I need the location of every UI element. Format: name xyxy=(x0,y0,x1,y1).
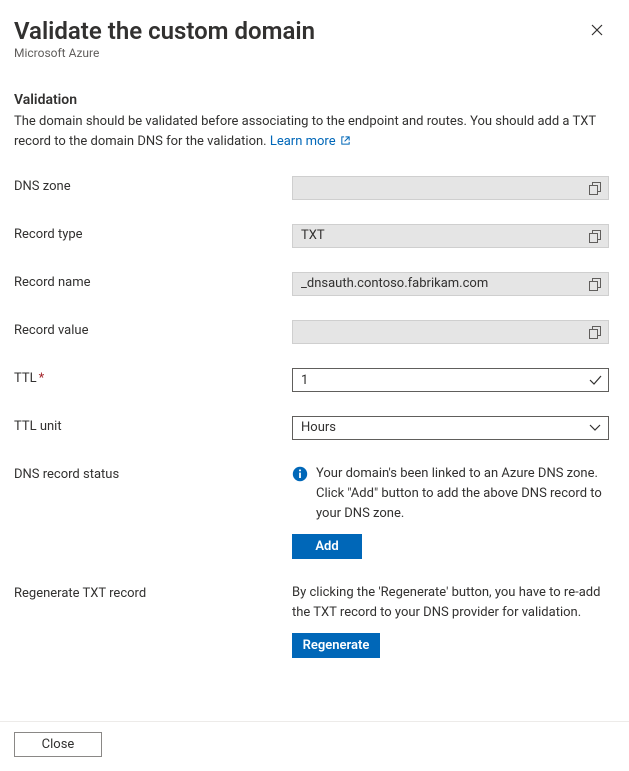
required-indicator: * xyxy=(39,371,45,386)
record-type-value: TXT xyxy=(293,225,582,247)
record-name-label: Record name xyxy=(14,272,292,290)
record-value-field xyxy=(292,320,609,344)
record-type-field: TXT xyxy=(292,224,609,248)
copy-icon[interactable] xyxy=(582,273,608,295)
close-button[interactable]: Close xyxy=(14,732,102,757)
ttl-input[interactable] xyxy=(293,369,582,391)
record-name-field: _dnsauth.contoso.fabrikam.com xyxy=(292,272,609,296)
regenerate-label: Regenerate TXT record xyxy=(14,583,292,601)
add-button[interactable]: Add xyxy=(292,534,362,559)
checkmark-icon xyxy=(582,369,608,391)
validation-description: The domain should be validated before as… xyxy=(14,112,609,152)
panel-footer: Close xyxy=(0,721,629,771)
dns-zone-field xyxy=(292,176,609,200)
record-value-value xyxy=(293,321,582,343)
dns-status-message: Your domain's been linked to an Azure DN… xyxy=(316,464,609,524)
chevron-down-icon xyxy=(582,417,608,439)
dns-status-label: DNS record status xyxy=(14,464,292,482)
ttl-label-text: TTL xyxy=(14,371,37,386)
external-link-icon xyxy=(340,135,351,146)
record-type-label: Record type xyxy=(14,224,292,242)
panel-title: Validate the custom domain xyxy=(14,16,315,46)
copy-icon[interactable] xyxy=(582,177,608,199)
panel-subtitle: Microsoft Azure xyxy=(14,46,315,60)
record-name-value: _dnsauth.contoso.fabrikam.com xyxy=(293,273,582,295)
regenerate-button[interactable]: Regenerate xyxy=(292,633,380,658)
record-value-label: Record value xyxy=(14,320,292,338)
copy-icon[interactable] xyxy=(582,225,608,247)
info-icon xyxy=(292,466,308,482)
learn-more-label: Learn more xyxy=(270,134,336,149)
ttl-unit-select[interactable]: Hours xyxy=(292,416,609,440)
regenerate-message: By clicking the 'Regenerate' button, you… xyxy=(292,583,609,623)
ttl-input-wrap[interactable] xyxy=(292,368,609,392)
ttl-unit-value: Hours xyxy=(293,417,582,439)
copy-icon[interactable] xyxy=(582,321,608,343)
dns-zone-value xyxy=(293,177,582,199)
close-icon[interactable] xyxy=(585,18,609,42)
learn-more-link[interactable]: Learn more xyxy=(270,134,351,149)
ttl-unit-label: TTL unit xyxy=(14,416,292,434)
validation-heading: Validation xyxy=(14,92,609,108)
ttl-label: TTL* xyxy=(14,368,292,386)
dns-zone-label: DNS zone xyxy=(14,176,292,194)
